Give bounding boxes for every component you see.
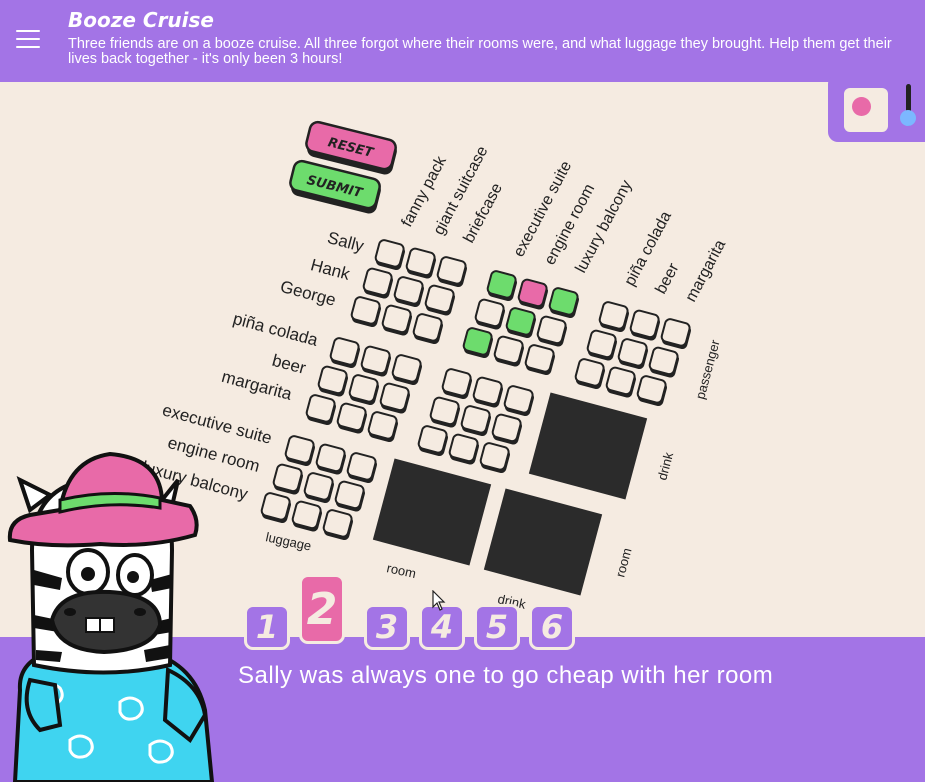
grid-cell-b00-r1c0[interactable] [362,267,395,300]
grid-cell-b01-r1c1[interactable] [348,374,381,406]
grid-cell-b20-r0c2[interactable] [660,318,693,350]
blocked-region-1 [528,392,648,500]
grid-cell-b00-r2c1[interactable] [381,304,414,337]
grid-cell-b10-r1c2[interactable] [536,315,569,348]
grid-cell-b01-r1c0[interactable] [317,365,350,398]
clue-tab-3[interactable]: 3 [364,604,410,650]
header-bar: Booze Cruise Three friends are on a booz… [0,0,925,82]
grid-cell-b20-r1c1[interactable] [617,338,650,370]
grid-cell-b02-r1c0[interactable] [272,463,305,496]
row-label-sally: Sally [325,228,366,256]
grid-cell-b11-r2c1[interactable] [448,433,481,466]
grid-cell-b20-r0c1[interactable] [629,309,662,342]
section-label-drink-right: drink [654,450,676,482]
grid-cell-b11-r1c2[interactable] [491,413,524,446]
grid-cell-b20-r1c2[interactable] [648,346,681,379]
grid-cell-b10-r2c1[interactable] [493,335,526,368]
grid-cell-b11-r0c1[interactable] [472,376,505,409]
grid-cell-b00-r2c2[interactable] [412,313,445,345]
grid-cell-b01-r0c2[interactable] [391,354,424,386]
grid-cell-b20-r0c0[interactable] [598,301,631,333]
grid-cell-b20-r2c1[interactable] [605,366,638,399]
grid-cell-b10-r2c0[interactable] [462,327,495,359]
section-label-room-bottom: room [385,560,417,581]
grid-cell-b20-r2c2[interactable] [636,375,669,407]
grid-cell-b02-r0c0[interactable] [284,435,317,467]
grid-cell-b11-r2c0[interactable] [417,425,450,457]
zebra-mascot-icon [7,451,215,782]
grid-cell-b00-r0c0[interactable] [374,239,407,271]
current-clue-text: Sally was always one to go cheap with he… [238,662,774,689]
grid-cell-b20-r1c0[interactable] [586,329,619,362]
grid-cell-b10-r2c2[interactable] [524,344,557,376]
grid-cell-b10-r0c2[interactable] [548,287,581,319]
col-label-margarita: margarita [683,237,730,305]
section-label-luggage: luggage [264,529,312,553]
grid-cell-b01-r0c1[interactable] [360,345,393,378]
row-label-beer: beer [270,351,308,378]
section-label-passenger: passenger [692,338,722,401]
row-label-hank: Hank [309,255,353,284]
grid-cell-b10-r0c0[interactable] [486,270,519,302]
grid-cell-b10-r0c1[interactable] [517,278,550,311]
grid-cell-b02-r1c2[interactable] [334,480,367,513]
clue-tab-2[interactable]: 2 [299,574,345,644]
grid-cell-b10-r1c1[interactable] [505,307,538,339]
grid-cell-b01-r2c1[interactable] [336,402,369,435]
hamburger-menu-icon[interactable] [16,30,40,48]
grid-cell-b02-r2c0[interactable] [260,492,293,524]
grid-cell-b01-r0c0[interactable] [329,337,362,369]
clue-tab-6[interactable]: 6 [529,604,575,650]
grid-cell-b02-r0c1[interactable] [315,443,348,476]
grid-cell-b10-r1c0[interactable] [474,298,507,331]
grid-cell-b11-r1c1[interactable] [460,405,493,437]
grid-cell-b01-r1c2[interactable] [379,382,412,415]
grid-cell-b00-r1c1[interactable] [393,276,426,308]
grid-cell-b11-r2c2[interactable] [479,442,512,474]
grid-cell-b00-r2c0[interactable] [350,296,383,328]
grid-cell-b01-r2c2[interactable] [367,411,400,443]
puzzle-description: Three friends are on a booze cruise. All… [68,36,892,67]
row-label-george: George [278,277,338,310]
blocked-region-3 [483,488,603,596]
grid-cell-b02-r1c1[interactable] [303,472,336,504]
grid-cell-b00-r0c2[interactable] [436,256,469,288]
mouse-cursor-icon [432,590,446,611]
grid-cell-b11-r0c2[interactable] [503,385,536,417]
col-label-beer: beer [653,260,683,297]
grid-cell-b02-r0c2[interactable] [346,452,379,484]
grid-cell-b00-r0c1[interactable] [405,247,438,280]
puzzle-title: Booze Cruise [68,8,214,32]
grid-cell-b01-r2c0[interactable] [305,394,338,426]
row-label-pina-colada: piña colada [231,309,320,350]
grid-cell-b02-r2c1[interactable] [291,500,324,533]
grid-cell-b02-r2c2[interactable] [322,509,355,541]
blocked-region-2 [372,458,492,566]
clue-tab-5[interactable]: 5 [474,604,520,650]
grid-cell-b20-r2c0[interactable] [574,358,607,390]
grid-cell-b00-r1c2[interactable] [424,284,457,317]
section-label-room-right: room [612,546,634,578]
grid-cell-b11-r1c0[interactable] [429,396,462,429]
grid-cell-b11-r0c0[interactable] [441,368,474,400]
clue-tab-1[interactable]: 1 [244,604,290,650]
